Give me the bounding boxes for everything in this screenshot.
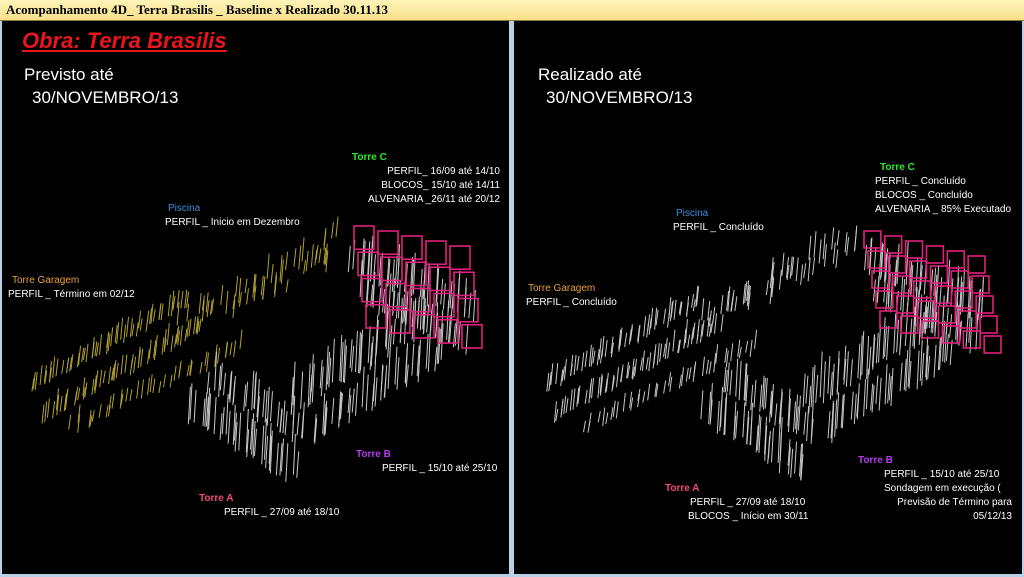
planned-torre-c-label: Torre C (352, 152, 387, 163)
executed-torre-c-line-1: PERFIL _ Concluído (875, 176, 966, 187)
piscina-structure-2 (707, 237, 850, 323)
executed-piscina-line: PERFIL _ Concluído (673, 222, 764, 233)
planned-heading-line2: 30/NOVEMBRO/13 (32, 88, 179, 107)
executed-torre-a-line-1: PERFIL _ 27/09 até 18/10 (690, 497, 806, 508)
executed-torre-garagem-label: Torre Garagem (528, 283, 596, 294)
planned-torre-c-line-1: PERFIL_ 16/09 até 14/10 (387, 166, 500, 177)
planned-piscina-label: Piscina (168, 203, 201, 214)
planned-torre-c-line-3: ALVENARIA _26/11 até 20/12 (368, 194, 500, 205)
executed-panel: Realizado até 30/NOVEMBRO/13 Torre Garag… (514, 21, 1022, 574)
executed-torre-b-line-3: Previsão de Término para (897, 497, 1012, 508)
piscina-structure (166, 216, 339, 346)
obra-title: Obra: Terra Brasilis (22, 28, 227, 53)
planned-panel: Obra: Terra Brasilis Previsto até 30/NOV… (2, 21, 509, 574)
planned-torre-c-line-2: BLOCOS_ 15/10 até 14/11 (381, 180, 500, 191)
planned-torre-garagem-line: PERFIL _ Término em 02/12 (8, 289, 135, 300)
executed-heading-line2: 30/NOVEMBRO/13 (546, 88, 693, 107)
executed-heading-line1: Realizado até (538, 65, 642, 84)
planned-torre-b-label: Torre B (356, 449, 391, 460)
executed-torre-a-line-2: BLOCOS _ Início em 30/11 (688, 511, 809, 522)
executed-piscina-label: Piscina (676, 208, 709, 219)
executed-torre-c-label: Torre C (880, 162, 915, 173)
torre-garagem-structure-2 (553, 313, 718, 423)
window-title-bar: Acompanhamento 4D_ Terra Brasilis _ Base… (0, 0, 1024, 21)
executed-torre-c-line-2: BLOCOS _ Concluído (875, 190, 973, 201)
planned-torre-garagem-label: Torre Garagem (12, 275, 80, 286)
executed-torre-garagem-line: PERFIL _ Concluído (526, 297, 617, 308)
planned-torre-b-line: PERFIL _ 15/10 até 25/10 (382, 463, 498, 474)
torre-a-structure-2 (723, 358, 814, 444)
torre-a-structure-2 (206, 351, 305, 443)
executed-torre-b-line-4: 05/12/13 (973, 511, 1012, 522)
executed-torre-a-label: Torre A (665, 483, 700, 494)
torre-a-structure (187, 383, 300, 482)
executed-torre-b-label: Torre B (858, 455, 893, 466)
window-title: Acompanhamento 4D_ Terra Brasilis _ Base… (6, 2, 389, 17)
executed-torre-b-line-2: Sondagem em execução ( (884, 483, 1001, 494)
torre-b-structure (802, 290, 938, 414)
piscina-structure-2 (198, 243, 329, 318)
executed-torre-b-line-1: PERFIL _ 15/10 até 25/10 (884, 469, 1000, 480)
planned-torre-a-line: PERFIL _ 27/09 até 18/10 (224, 507, 340, 518)
planned-heading-line1: Previsto até (24, 65, 114, 84)
executed-torre-c-line-3: ALVENARIA _ 85% Executado (875, 204, 1012, 215)
torre-b-structure-2 (313, 323, 444, 444)
planned-torre-a-label: Torre A (199, 493, 234, 504)
planned-piscina-line: PERFIL _ Inicio em Dezembro (165, 217, 300, 228)
